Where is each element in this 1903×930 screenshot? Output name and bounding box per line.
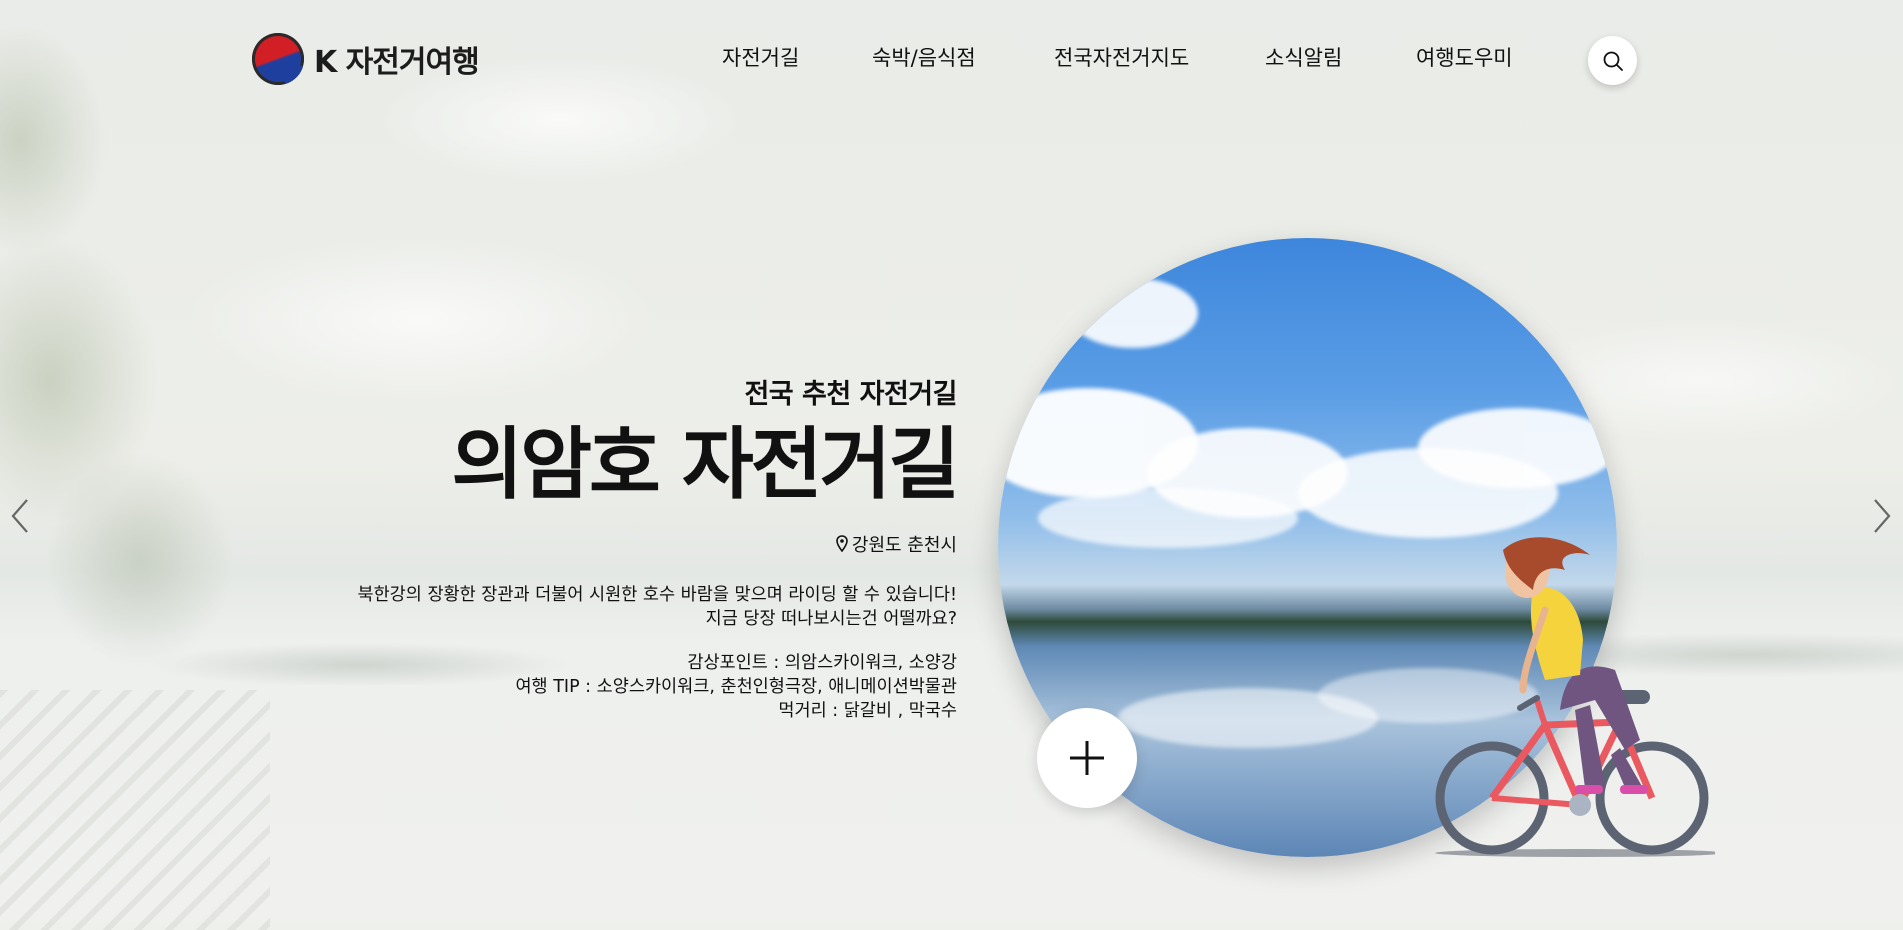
- hero-location: 강원도 춘천시: [257, 531, 957, 557]
- background-boardwalk: [0, 690, 270, 930]
- search-icon: [1603, 51, 1623, 71]
- slider-next-button[interactable]: [1868, 496, 1896, 536]
- chevron-right-icon: [1874, 499, 1891, 533]
- search-button[interactable]: [1588, 36, 1637, 85]
- description-line: 지금 당장 떠나보시는건 어떨까요?: [705, 608, 957, 629]
- more-info-button[interactable]: [1037, 708, 1137, 808]
- hero-title: 의암호 자전거길: [451, 420, 960, 510]
- hero-eyebrow: 전국 추천 자전거길: [744, 379, 957, 410]
- slider-prev-button[interactable]: [6, 496, 34, 536]
- info-viewpoints: 감상포인트 : 의암스카이워크, 소양강: [687, 652, 957, 673]
- chevron-left-icon: [11, 499, 28, 533]
- nav-item-travel-helper[interactable]: 여행도우미: [1416, 42, 1513, 72]
- hero-text: 전국 추천 자전거길 의암호 자전거길 강원도 춘천시 북한강의 장황한 장관과…: [257, 372, 960, 723]
- taegeuk-logo-icon: [252, 33, 304, 85]
- nav-item-bike-paths[interactable]: 자전거길: [722, 42, 799, 72]
- info-travel-tip: 여행 TIP : 소양스카이워크, 춘천인형극장, 애니메이션박물관: [515, 676, 957, 697]
- hero-info: 감상포인트 : 의암스카이워크, 소양강 여행 TIP : 소양스카이워크, 춘…: [257, 651, 957, 723]
- logo-text: K 자전거여행: [314, 45, 480, 80]
- info-food: 먹거리 : 닭갈비 , 막국수: [778, 700, 957, 721]
- location-text: 강원도 춘천시: [851, 534, 957, 556]
- map-pin-icon: [836, 535, 848, 553]
- cyclist-illustration: [1435, 537, 1715, 857]
- background-tree: [0, 0, 300, 700]
- nav-item-lodging-restaurants[interactable]: 숙박/음식점: [872, 42, 976, 72]
- hero-description: 북한강의 장황한 장관과 더불어 시원한 호수 바람을 맞으며 라이딩 할 수 …: [257, 583, 957, 631]
- nav-item-news[interactable]: 소식알림: [1265, 42, 1342, 72]
- description-line: 북한강의 장황한 장관과 더불어 시원한 호수 바람을 맞으며 라이딩 할 수 …: [357, 584, 957, 605]
- site-logo[interactable]: K 자전거여행: [252, 33, 480, 85]
- nav-item-national-map[interactable]: 전국자전거지도: [1054, 42, 1189, 72]
- plus-icon: [1070, 741, 1104, 775]
